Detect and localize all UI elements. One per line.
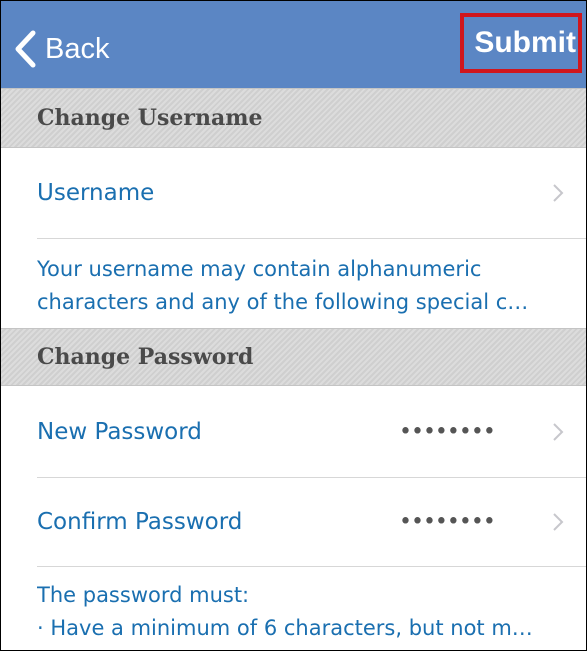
- back-label: Back: [45, 32, 110, 65]
- password-requirements-line2: · Have a minimum of 6 characters, but no…: [37, 616, 533, 640]
- confirm-password-label: Confirm Password: [37, 509, 243, 535]
- username-label: Username: [37, 180, 155, 206]
- navigation-bar: Back Submit: [1, 1, 586, 88]
- new-password-row[interactable]: New Password ••••••••: [1, 386, 586, 477]
- username-hint-line1: Your username may contain alphanumeric: [37, 257, 482, 281]
- section-header-title: Change Password: [37, 344, 254, 370]
- section-header-change-username: Change Username: [1, 88, 586, 148]
- row-separator: [37, 566, 586, 567]
- section-header-title: Change Username: [37, 105, 263, 131]
- password-requirements-line1: The password must:: [37, 583, 250, 607]
- chevron-right-icon: [553, 184, 564, 202]
- new-password-value: ••••••••: [399, 419, 496, 444]
- confirm-password-row[interactable]: Confirm Password ••••••••: [1, 478, 586, 566]
- section-header-change-password: Change Password: [1, 328, 586, 386]
- chevron-right-icon: [553, 513, 564, 531]
- new-password-label: New Password: [37, 418, 202, 445]
- row-separator: [37, 238, 586, 239]
- password-requirements: The password must: · Have a minimum of 6…: [37, 579, 582, 645]
- chevron-right-icon: [553, 422, 564, 441]
- chevron-left-icon: [15, 30, 36, 68]
- settings-screen: Back Submit Change Username Username You…: [0, 0, 587, 651]
- confirm-password-value: ••••••••: [399, 509, 496, 535]
- username-hint: Your username may contain alphanumeric c…: [37, 253, 582, 319]
- username-hint-line2: characters and any of the following spec…: [37, 290, 529, 314]
- submit-button[interactable]: Submit: [460, 13, 582, 73]
- back-button[interactable]: Back: [13, 25, 109, 73]
- username-row[interactable]: Username: [1, 148, 586, 238]
